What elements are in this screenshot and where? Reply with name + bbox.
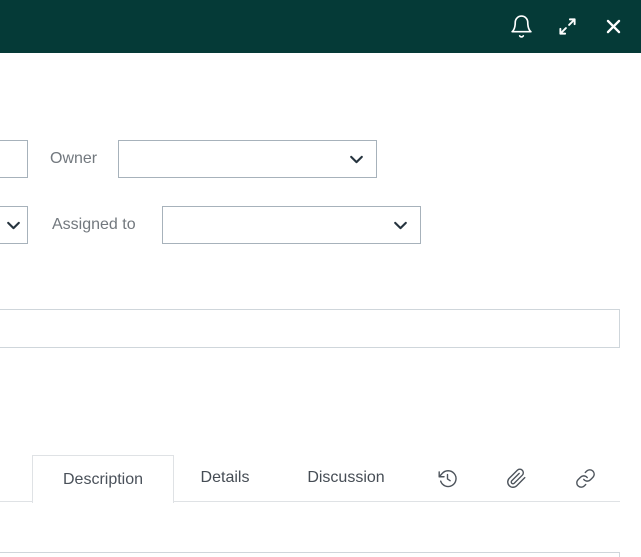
maximize-icon[interactable]	[553, 13, 581, 41]
tab-description-label: Description	[62, 470, 144, 488]
close-icon[interactable]	[599, 13, 627, 41]
entity-dialog: Owner Assigned to Description Details Di…	[0, 0, 641, 557]
tab-details-label: Details	[200, 469, 250, 486]
owner-label: Owner	[50, 150, 98, 167]
description-content-box[interactable]	[0, 552, 620, 557]
titlebar-actions	[507, 0, 627, 53]
attachment-paperclip-icon[interactable]	[494, 455, 538, 501]
chevron-down-icon	[5, 217, 22, 234]
history-icon[interactable]	[425, 455, 469, 501]
tab-discussion-label: Discussion	[307, 469, 385, 486]
clipped-left-input[interactable]	[0, 140, 28, 178]
notifications-bell-icon[interactable]	[507, 13, 535, 41]
clipped-left-select[interactable]	[0, 206, 28, 244]
tab-discussion[interactable]: Discussion	[285, 455, 407, 501]
assigned-to-select[interactable]	[162, 206, 421, 244]
link-icon[interactable]	[563, 455, 607, 501]
chevron-down-icon	[392, 217, 409, 234]
tab-details[interactable]: Details	[172, 455, 278, 501]
owner-select[interactable]	[118, 140, 377, 178]
dialog-titlebar	[0, 0, 641, 53]
tab-description[interactable]: Description	[32, 455, 174, 503]
chevron-down-icon	[348, 151, 365, 168]
assigned-to-label: Assigned to	[52, 216, 136, 233]
wide-text-input[interactable]	[0, 309, 620, 348]
